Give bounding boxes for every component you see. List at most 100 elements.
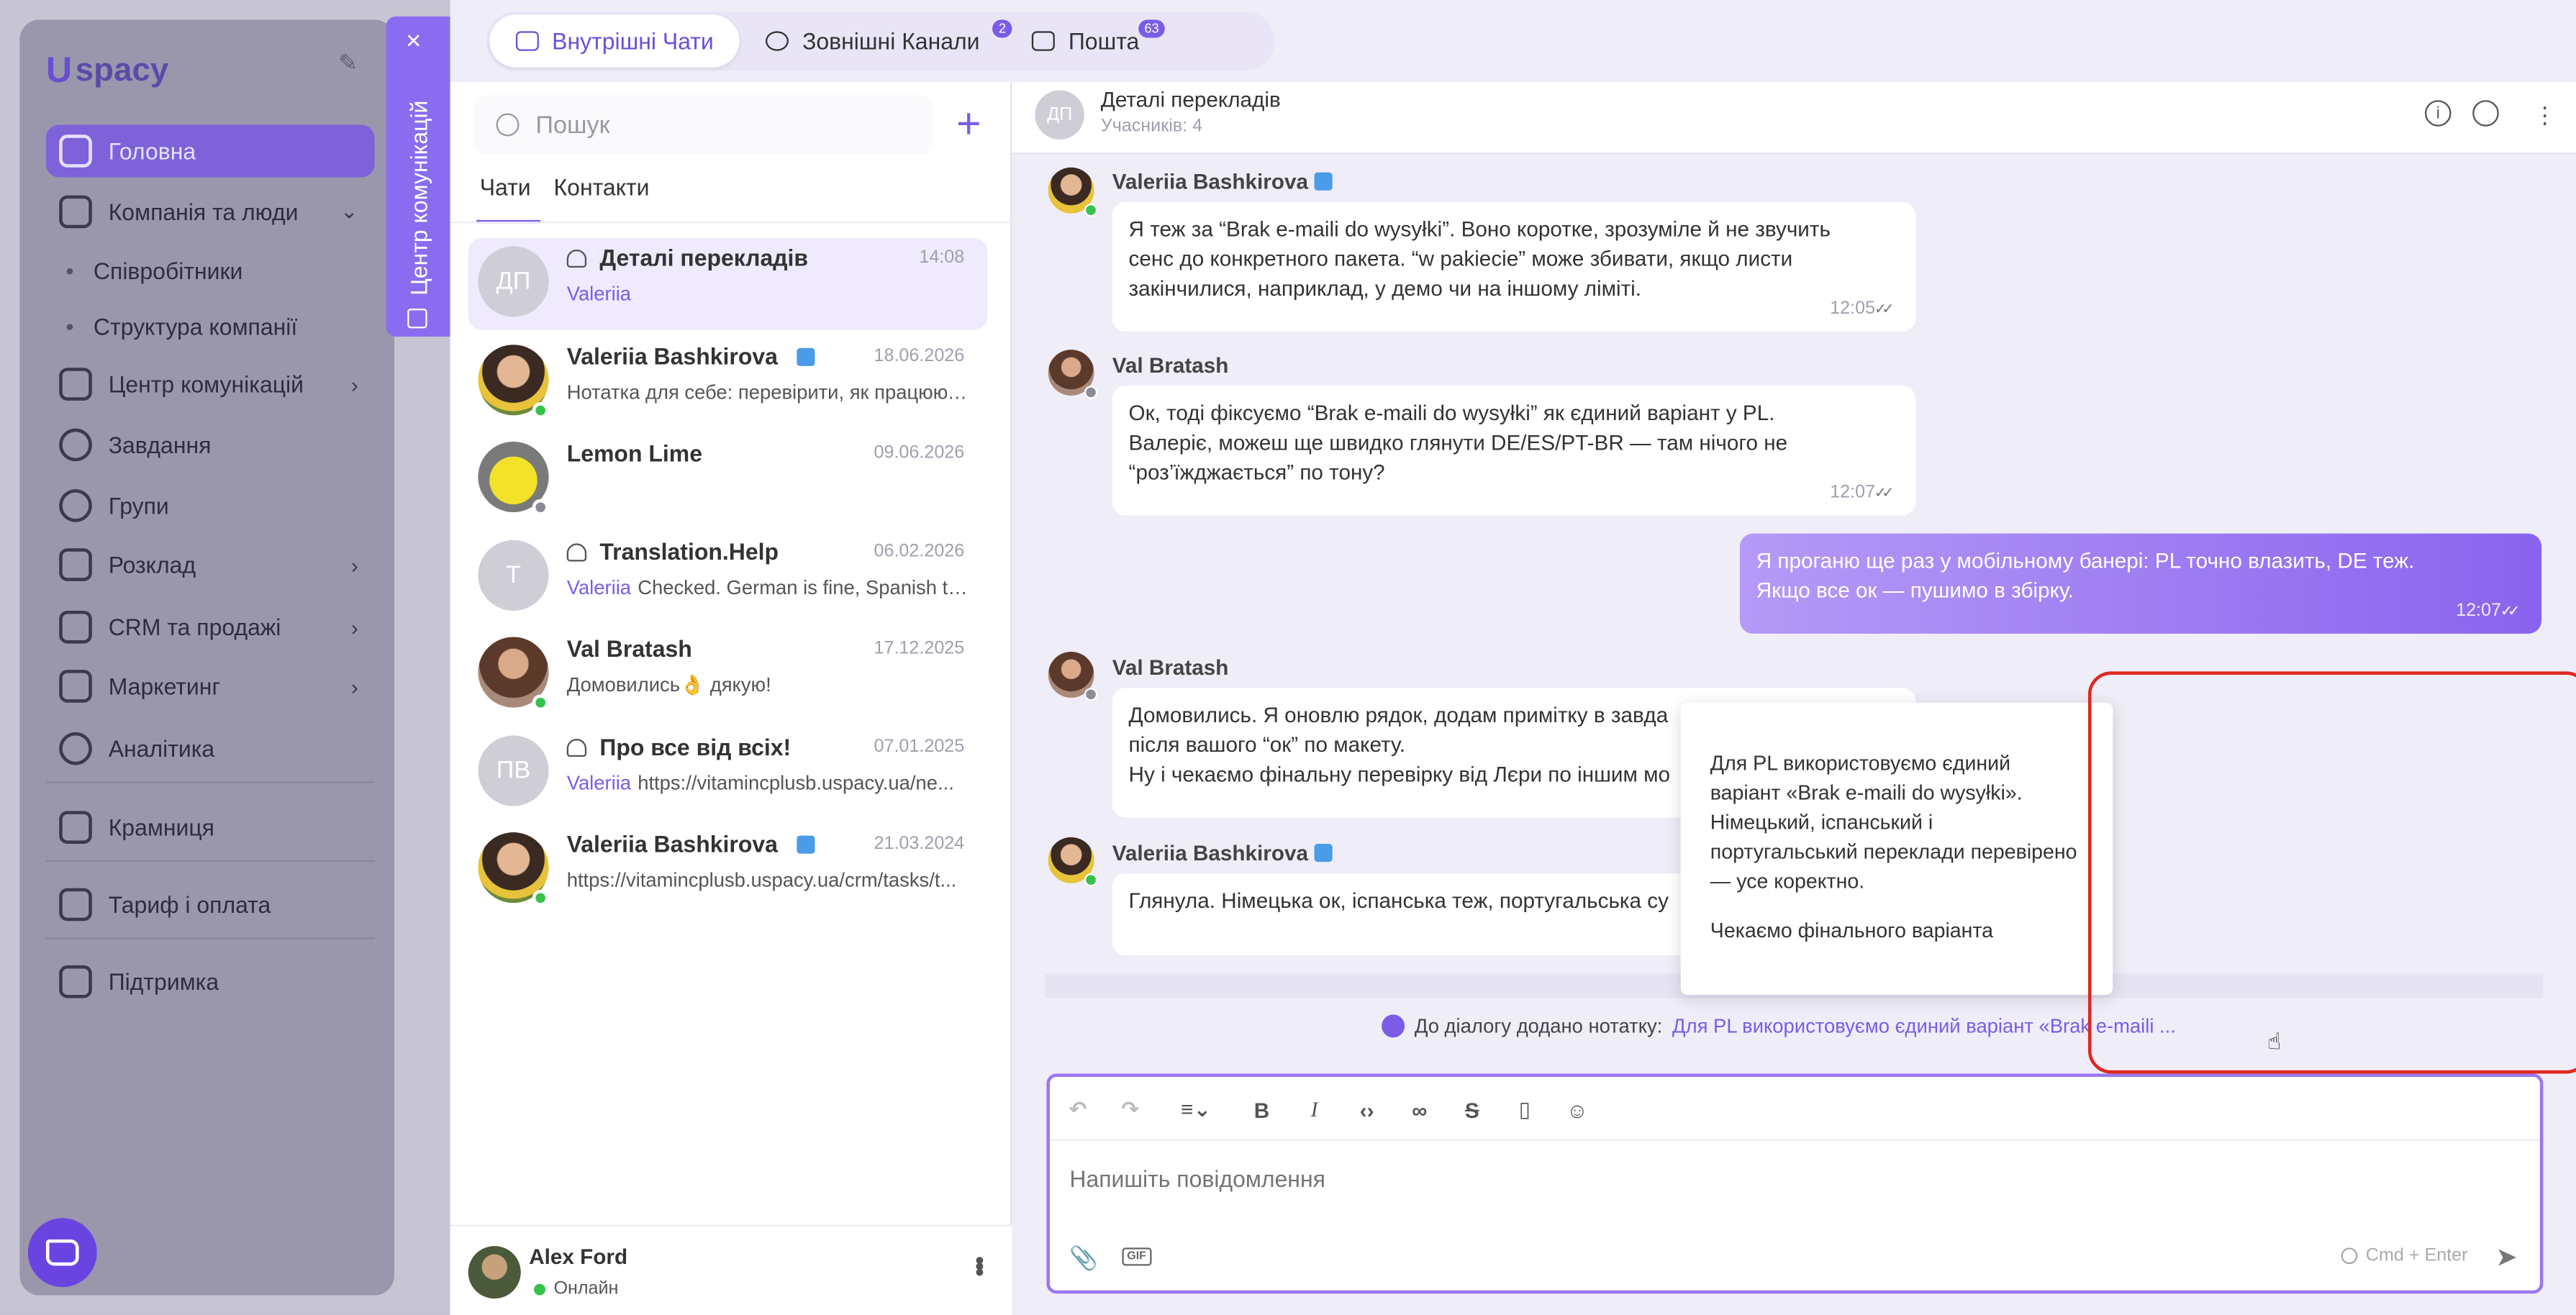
tab-mail[interactable]: Пошта 63 [1006,15,1166,68]
redo-icon[interactable]: ↷ [1115,1095,1145,1124]
message-bubble-outgoing[interactable]: Я проганю ще раз у мобільному банері: PL… [1739,533,2542,634]
chat-item[interactable]: ДП Деталі перекладів 14:08 Valeriia [468,237,988,330]
avatar[interactable] [468,1246,521,1299]
nav-item-communications[interactable]: Центр комунікацій › [46,358,375,410]
nav-item-company[interactable]: Компанія та люди ⌄ [46,186,375,238]
more-icon[interactable]: ⋮ [2534,101,2557,129]
communications-panel: Внутрішні Чати Зовнішні Канали 2 Пошта 63 … [450,0,2576,1315]
chat-date: 14:08 [919,247,965,268]
chat-name: Valeriia Bashkirova [566,342,778,370]
search-placeholder: Пошук [535,111,610,139]
chart-icon [59,732,92,765]
chevron-right-icon: › [350,614,358,640]
info-icon[interactable]: i [2425,100,2452,127]
nav-item-groups[interactable]: Групи [46,479,375,532]
chat-name: Translation.Help [599,538,779,565]
note-icon [407,309,427,329]
nav-item-home[interactable]: Головна [45,124,375,178]
avatar: ПВ [478,735,549,806]
nav-item-crm[interactable]: CRM та продажі › [46,601,375,653]
strikethrough-icon[interactable]: S [1457,1095,1487,1124]
nav-item-tasks[interactable]: Завдання [46,419,375,471]
chat-preview: Домовились👌 дякую! [566,673,771,696]
support-chat-launcher[interactable] [27,1218,97,1288]
chat-item[interactable]: T Translation.Help 06.02.2026 Valeriia Ch… [468,532,987,624]
chat-list-tabs: Чати Контакти [476,174,650,224]
tab-contacts[interactable]: Контакти [554,174,650,201]
message-icon [45,1239,79,1266]
more-icon[interactable]: ••• [964,1256,992,1274]
tab-external-channels[interactable]: Зовнішні Канали 2 [740,15,1013,68]
code-icon[interactable]: ‹› [1352,1095,1382,1124]
wallet-icon [59,888,92,922]
chat-icon [59,368,92,401]
message-author: Val Bratash [1112,352,1229,378]
nav-item-schedule[interactable]: Розклад › [46,539,375,591]
align-icon[interactable]: ≡⌄ [1168,1095,1224,1124]
message-author: Valeriia Bashkirova [1112,840,1333,865]
channels-icon [766,31,789,51]
link-icon[interactable]: ∞ [1405,1095,1434,1124]
coins-icon [59,610,92,644]
attach-icon[interactable]: 📎 [1069,1245,1098,1273]
calendar-icon [59,548,92,581]
communications-center-label: Центр комунікацій [405,100,432,296]
conversation: ДП Деталі перекладів Учасників: 4 i ⋮ Va… [1012,82,2576,1315]
nav-item-store[interactable]: Крамниця [46,801,375,854]
chat-item[interactable]: Valeriia Bashkirova 18.06.2026 Нотатка д… [468,337,987,429]
message-author: Valeriia Bashkirova [1112,169,1333,194]
store-icon [59,811,92,844]
emoji-icon[interactable]: ☺ [1562,1095,1592,1124]
message-time: 12:07 [1830,478,1889,507]
verified-icon [797,834,816,853]
screen: Uspacy ✎ Головна Компанія та люди⌄ Співр… [0,0,2576,1315]
chat-item[interactable]: Valeriia Bashkirova 21.03.2024 https://v… [468,824,987,916]
conversation-title: Деталі перекладів [1100,86,1281,112]
chat-preview: https://vitamincplusb.uspacy.ua/crm/task… [566,868,957,892]
nav-sub-employees[interactable]: Співробітники [65,258,242,284]
italic-icon[interactable]: I [1300,1095,1329,1124]
uspacy-logo: Uspacy [45,49,169,91]
add-chat-button[interactable]: + [956,101,981,144]
avatar [1048,837,1098,887]
avatar: T [478,540,549,611]
message-input[interactable] [1069,1165,2220,1192]
search-icon[interactable] [2472,100,2499,127]
message-time: 12:07 [2456,596,2515,625]
message-time: 12:05 [1830,294,1889,323]
divider [450,222,1012,224]
tab-internal-chats[interactable]: Внутрішні Чати [489,14,740,68]
nav-item-support[interactable]: Підтримка [46,955,375,1008]
search-box[interactable]: Пошук [473,95,933,155]
avatar: ДП [1035,90,1084,140]
members-count: Учасників: 4 [1100,117,1203,137]
clear-format-icon[interactable]: ▯ [1510,1095,1539,1124]
undo-icon[interactable]: ↶ [1063,1095,1092,1124]
nav-item-marketing[interactable]: Маркетинг › [46,660,375,712]
pin-icon[interactable]: ✎ [338,49,361,78]
note-added-notice: До діалогу додано нотатку: Для PL викори… [1382,1014,2176,1038]
chat-item[interactable]: ПВ Про все від всіх! 07.01.2025 Valeriia… [468,727,987,819]
chat-date: 18.06.2026 [874,346,965,366]
send-button[interactable]: ➤ [2495,1241,2518,1274]
chat-item[interactable]: Lemon Lime 09.06.2026 [468,433,987,525]
online-dot [534,1283,546,1295]
nav-item-billing[interactable]: Тариф і оплата [46,878,375,931]
tab-chats[interactable]: Чати [476,174,541,224]
message-bubble[interactable]: Ок, тоді фіксуємо “Brak e-maili do wysył… [1112,386,1916,516]
avatar [1048,651,1098,701]
gif-button[interactable]: GIF [1122,1247,1151,1266]
message-bubble[interactable]: Я теж за “Brak e-maili do wysyłki”. Воно… [1112,201,1916,332]
nav-sub-structure[interactable]: Структура компанії [65,314,297,340]
chat-date: 17.12.2025 [874,638,965,659]
online-status [532,889,549,906]
gear-icon[interactable] [2341,1247,2358,1265]
group-icon [566,542,587,561]
divider [1049,1139,2540,1142]
nav-item-analytics[interactable]: Аналітика [46,722,375,775]
highlight-box [2087,671,2576,1074]
bold-icon[interactable]: B [1247,1095,1276,1124]
communications-center-tab[interactable]: × Центр комунікацій [386,16,450,337]
chat-item[interactable]: Val Bratash 17.12.2025 Домовились👌 дякую… [468,629,987,721]
chat-preview: Valeriia Checked. German is fine, Spanish… [566,576,968,599]
